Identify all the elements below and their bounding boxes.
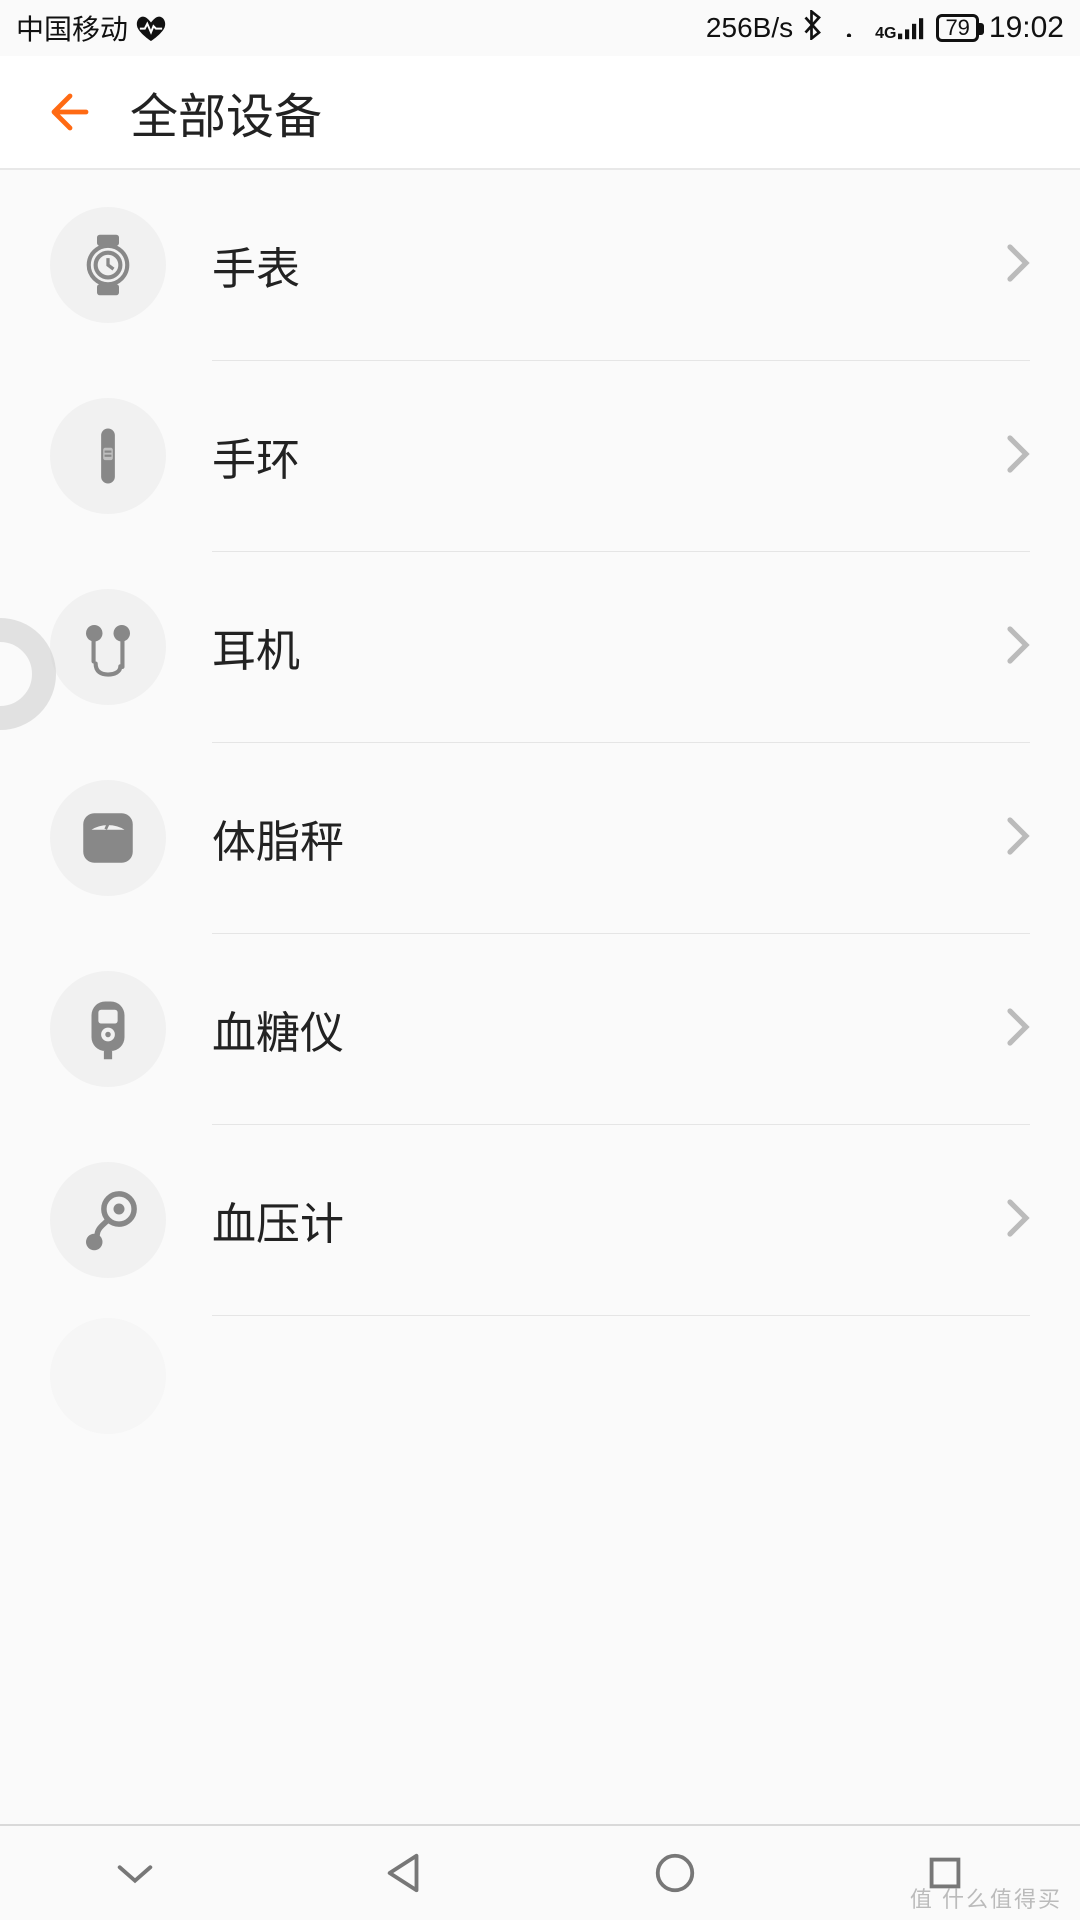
device-row-bp-monitor[interactable]: 血压计 (0, 1125, 1080, 1315)
device-label: 体脂秤 (212, 806, 1006, 870)
band-icon (50, 398, 166, 514)
chevron-right-icon (1006, 243, 1030, 288)
device-icon-partial (50, 1318, 166, 1434)
nav-home-button[interactable] (645, 1843, 705, 1903)
bp-monitor-icon (50, 1162, 166, 1278)
watch-icon (50, 207, 166, 323)
device-row-earphones[interactable]: 耳机 (0, 552, 1080, 742)
nav-back-button[interactable] (375, 1843, 435, 1903)
chevron-right-icon (1006, 1198, 1030, 1243)
device-row-band[interactable]: 手环 (0, 361, 1080, 551)
signal-4g-icon: 4G (875, 16, 926, 40)
device-list: 手表 手环 耳机 体脂秤 血糖仪 血压计 (0, 168, 1080, 1436)
device-label: 手表 (212, 233, 1006, 297)
bluetooth-icon (803, 10, 823, 47)
chevron-right-icon (1006, 1007, 1030, 1052)
battery-icon: 79 (936, 14, 978, 42)
carrier-label: 中国移动 (16, 8, 128, 48)
device-label: 血压计 (212, 1188, 1006, 1252)
watermark: 值 什么值得买 (910, 1882, 1062, 1914)
glucometer-icon (50, 971, 166, 1087)
device-label: 手环 (212, 424, 1006, 488)
scale-icon (50, 780, 166, 896)
chevron-right-icon (1006, 625, 1030, 670)
nav-hide-button[interactable] (105, 1843, 165, 1903)
wifi-icon (833, 12, 865, 44)
back-button[interactable] (40, 82, 100, 142)
chevron-right-icon (1006, 434, 1030, 479)
clock-label: 19:02 (989, 11, 1064, 45)
device-row-watch[interactable]: 手表 (0, 170, 1080, 360)
heart-icon (136, 15, 166, 41)
page-title: 全部设备 (130, 77, 322, 147)
earphones-icon (50, 589, 166, 705)
page-header: 全部设备 (0, 56, 1080, 168)
device-row-scale[interactable]: 体脂秤 (0, 743, 1080, 933)
device-row-partial[interactable] (0, 1316, 1080, 1436)
data-rate-label: 256B/s (706, 12, 793, 44)
device-label: 血糖仪 (212, 997, 1006, 1061)
device-label: 耳机 (212, 615, 1006, 679)
chevron-right-icon (1006, 816, 1030, 861)
status-bar: 中国移动 256B/s 4G 79 19:02 (0, 0, 1080, 56)
device-row-glucometer[interactable]: 血糖仪 (0, 934, 1080, 1124)
